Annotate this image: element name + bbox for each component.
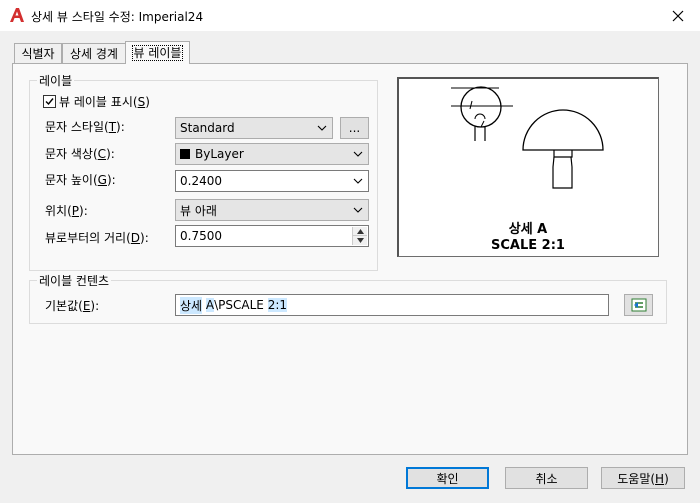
chevron-down-icon	[353, 207, 363, 213]
browse-button[interactable]: ...	[340, 117, 369, 139]
color-swatch	[180, 149, 190, 159]
preview-caption-line1: 상세 A	[508, 222, 548, 237]
cancel-button[interactable]: 취소	[505, 467, 588, 489]
chevron-down-icon	[317, 125, 327, 131]
triangle-down-icon	[356, 238, 364, 243]
distance-label: 뷰로부터의 거리(D):	[45, 231, 149, 245]
browse-label: ...	[348, 121, 361, 135]
show-label-checkbox[interactable]: 뷰 레이블 표시(S)	[43, 93, 150, 110]
ok-label: 확인	[436, 471, 459, 486]
tab-label: 뷰 레이블	[131, 45, 184, 61]
autocad-logo-icon	[9, 7, 25, 23]
triangle-up-icon	[356, 228, 364, 234]
show-label-text: 뷰 레이블 표시(S)	[59, 95, 150, 109]
distance-spinner[interactable]: 0.7500	[175, 225, 369, 247]
text-style-value: Standard	[180, 121, 235, 135]
text-color-label: 문자 색상(C):	[45, 147, 115, 161]
ok-button[interactable]: 확인	[406, 467, 489, 489]
field-segment: 2:1	[267, 298, 288, 312]
preview-pane: 상세 A SCALE 2:1	[397, 77, 659, 257]
tab-view-label[interactable]: 뷰 레이블	[125, 41, 190, 64]
default-value-label: 기본값(E):	[45, 299, 100, 313]
text-style-select[interactable]: Standard	[175, 117, 333, 139]
check-icon	[45, 98, 54, 106]
close-button[interactable]	[655, 0, 700, 31]
tab-detail-boundary[interactable]: 상세 경계	[62, 43, 126, 63]
label-contents-title: 레이블 컨텐츠	[37, 272, 112, 289]
checkbox-box	[43, 95, 56, 108]
insert-field-button[interactable]	[624, 294, 653, 316]
distance-value: 0.7500	[180, 229, 222, 243]
window-title: 상세 뷰 스타일 수정: Imperial24	[31, 10, 204, 24]
text-segment: \PSCALE	[214, 298, 268, 312]
text-height-value: 0.2400	[180, 174, 222, 188]
tab-label: 상세 경계	[70, 47, 118, 61]
preview-caption: 상세 A SCALE 2:1	[399, 222, 657, 254]
field-segment: A	[205, 298, 215, 312]
help-label: 도움말(H)	[617, 471, 669, 486]
label-group-title: 레이블	[37, 72, 75, 89]
position-value: 뷰 아래	[180, 203, 217, 218]
position-select[interactable]: 뷰 아래	[175, 199, 369, 221]
text-height-label: 문자 높이(G):	[45, 173, 116, 187]
spinner-buttons	[352, 227, 367, 245]
field-segment: 상세	[180, 296, 203, 314]
close-icon	[672, 10, 683, 21]
text-color-value: ByLayer	[195, 147, 244, 161]
help-button[interactable]: 도움말(H)	[601, 467, 685, 489]
preview-caption-line2: SCALE 2:1	[491, 238, 565, 253]
text-style-label: 문자 스타일(T):	[45, 120, 125, 134]
cancel-label: 취소	[535, 471, 558, 486]
spin-up-button[interactable]	[353, 227, 367, 236]
chevron-down-icon	[353, 178, 363, 184]
tab-identifier[interactable]: 식별자	[14, 43, 62, 63]
text-height-combo[interactable]: 0.2400	[175, 170, 369, 192]
spin-down-button[interactable]	[353, 236, 367, 245]
insert-field-icon	[631, 298, 646, 312]
tab-label: 식별자	[21, 47, 55, 61]
position-label: 위치(P):	[45, 204, 88, 218]
chevron-down-icon	[353, 151, 363, 157]
title-bar: 상세 뷰 스타일 수정: Imperial24	[0, 0, 700, 31]
text-color-select[interactable]: ByLayer	[175, 143, 369, 165]
default-value-input[interactable]: 상세 A \PSCALE 2:1	[175, 294, 609, 316]
